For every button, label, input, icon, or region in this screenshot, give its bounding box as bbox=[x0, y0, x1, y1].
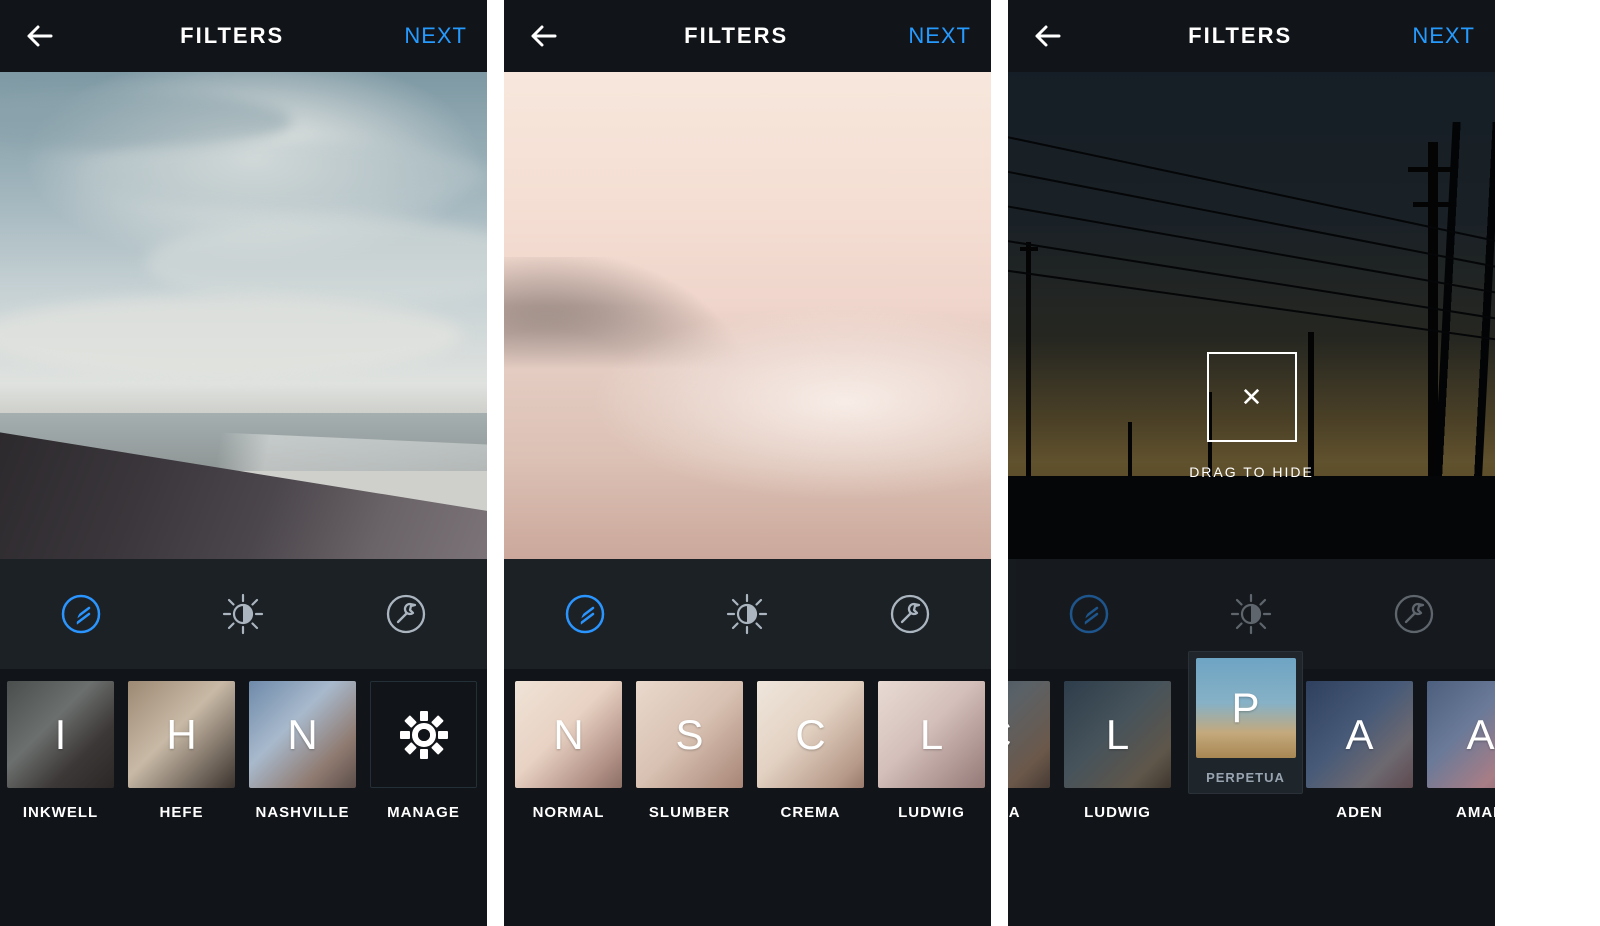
arrow-left-icon bbox=[1031, 19, 1065, 53]
filter-item-slumber[interactable]: S SLUMBER bbox=[629, 681, 750, 821]
header: FILTERS NEXT bbox=[0, 0, 487, 72]
filter-item-crema[interactable]: C REMA bbox=[1008, 681, 1057, 821]
filter-item-crema[interactable]: C CREMA bbox=[750, 681, 871, 821]
filters-icon bbox=[1067, 592, 1111, 636]
wrench-icon bbox=[1392, 592, 1436, 636]
sun-contrast-icon bbox=[221, 592, 265, 636]
tools-tab[interactable] bbox=[381, 589, 431, 639]
filter-item-normal[interactable]: N NORMAL bbox=[508, 681, 629, 821]
phone-screen-1: FILTERS NEXT bbox=[0, 0, 487, 926]
arrow-left-icon bbox=[23, 19, 57, 53]
filter-label: HEFE bbox=[159, 804, 203, 821]
page-title: FILTERS bbox=[1188, 23, 1292, 49]
filter-label: NORMAL bbox=[533, 804, 605, 821]
filter-label: REMA bbox=[1008, 804, 1021, 821]
phone-screen-3: FILTERS NEXT ✕ DRAG T bbox=[1008, 0, 1495, 926]
header: FILTERS NEXT bbox=[504, 0, 991, 72]
filter-item-aden[interactable]: A ADEN bbox=[1299, 681, 1420, 821]
filters-icon bbox=[563, 592, 607, 636]
back-button[interactable] bbox=[524, 16, 564, 56]
filters-tab[interactable] bbox=[1064, 589, 1114, 639]
filter-label: ADEN bbox=[1336, 804, 1383, 821]
next-button[interactable]: NEXT bbox=[404, 23, 467, 49]
filter-item-nashville[interactable]: N NASHVILLE bbox=[242, 681, 363, 821]
next-button[interactable]: NEXT bbox=[1412, 23, 1475, 49]
photo-preview[interactable] bbox=[504, 72, 991, 559]
filter-label: INKWELL bbox=[23, 804, 98, 821]
filter-item-ludwig[interactable]: L LUDWIG bbox=[871, 681, 991, 821]
edit-toolbar bbox=[0, 559, 487, 669]
page-title: FILTERS bbox=[180, 23, 284, 49]
lux-tab[interactable] bbox=[722, 589, 772, 639]
lux-tab[interactable] bbox=[218, 589, 268, 639]
filter-item-ludwig[interactable]: L LUDWIG bbox=[1057, 681, 1178, 821]
next-button[interactable]: NEXT bbox=[908, 23, 971, 49]
filter-item-hefe[interactable]: H HEFE bbox=[121, 681, 242, 821]
filter-label: AMAR bbox=[1456, 804, 1495, 821]
filters-tab[interactable] bbox=[56, 589, 106, 639]
filters-icon bbox=[59, 592, 103, 636]
close-icon: ✕ bbox=[1241, 382, 1263, 413]
filter-label: LUDWIG bbox=[898, 804, 965, 821]
sun-contrast-icon bbox=[1229, 592, 1273, 636]
edit-toolbar bbox=[504, 559, 991, 669]
sun-contrast-icon bbox=[725, 592, 769, 636]
filter-strip[interactable]: I INKWELL H HEFE N NASHVILLE bbox=[0, 669, 487, 926]
manage-label: MANAGE bbox=[387, 804, 460, 821]
filter-label: PERPETUA bbox=[1206, 770, 1285, 785]
dragging-filter-perpetua[interactable]: P PERPETUA bbox=[1188, 651, 1303, 794]
tools-tab[interactable] bbox=[885, 589, 935, 639]
photo-preview[interactable] bbox=[0, 72, 487, 559]
phone-screen-2: FILTERS NEXT bbox=[504, 0, 991, 926]
wrench-icon bbox=[888, 592, 932, 636]
filter-label: SLUMBER bbox=[649, 804, 730, 821]
tools-tab[interactable] bbox=[1389, 589, 1439, 639]
lux-tab[interactable] bbox=[1226, 589, 1276, 639]
header: FILTERS NEXT bbox=[1008, 0, 1495, 72]
manage-filters-button[interactable]: MANAGE bbox=[363, 681, 484, 821]
drag-to-hide-label: DRAG TO HIDE bbox=[1189, 464, 1314, 480]
arrow-left-icon bbox=[527, 19, 561, 53]
wrench-icon bbox=[384, 592, 428, 636]
filter-item-inkwell[interactable]: I INKWELL bbox=[0, 681, 121, 821]
back-button[interactable] bbox=[20, 16, 60, 56]
page-title: FILTERS bbox=[684, 23, 788, 49]
filter-label: CREMA bbox=[781, 804, 841, 821]
back-button[interactable] bbox=[1028, 16, 1068, 56]
drag-to-hide-target[interactable]: ✕ bbox=[1207, 352, 1297, 442]
filters-tab[interactable] bbox=[560, 589, 610, 639]
filter-label: NASHVILLE bbox=[255, 804, 349, 821]
gear-icon bbox=[396, 707, 452, 763]
filter-label: LUDWIG bbox=[1084, 804, 1151, 821]
filter-item-amaro[interactable]: A AMAR bbox=[1420, 681, 1495, 821]
photo-preview[interactable]: ✕ DRAG TO HIDE bbox=[1008, 72, 1495, 559]
filter-strip[interactable]: N NORMAL S SLUMBER C CREMA L LUDWIG bbox=[504, 669, 991, 926]
